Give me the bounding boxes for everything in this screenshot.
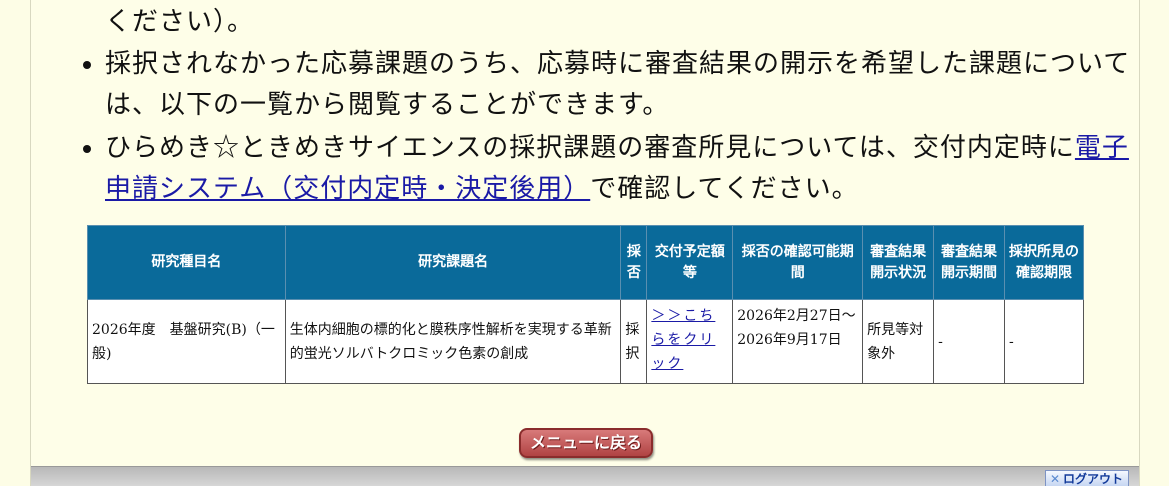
cell-title: 生体内細胞の標的化と膜秩序性解析を実現する革新的蛍光ソルバトクロミック色素の創成 xyxy=(284,299,622,384)
logout-button[interactable]: ✕ ログアウト xyxy=(1045,470,1129,486)
header-amount: 交付予定額等 xyxy=(646,225,734,300)
notice-text-before: ひらめき☆ときめきサイエンスの採択課題の審査所見については、交付内定時に xyxy=(105,133,1075,163)
header-disclosure-period: 審査結果開示期間 xyxy=(933,225,1005,300)
logout-label: ログアウト xyxy=(1063,472,1124,486)
table-row: 2026年度 基盤研究(B)（一般) 生体内細胞の標的化と膜秩序性解析を実現する… xyxy=(87,299,1085,384)
results-table: 研究種目名 研究課題名 採否 交付予定額等 採否の確認可能期間 審査結果開示状況… xyxy=(87,225,1085,384)
header-title: 研究課題名 xyxy=(284,225,622,300)
notice-text: 採択されなかった応募課題のうち、応募時に審査結果の開示を希望した課題については、… xyxy=(105,49,1131,120)
cell-opinion-deadline: - xyxy=(1003,299,1085,384)
header-period: 採否の確認可能期間 xyxy=(732,225,864,300)
header-opinion-deadline: 採択所見の確認期限 xyxy=(1003,225,1085,300)
close-icon: ✕ xyxy=(1049,472,1061,486)
cell-category: 2026年度 基盤研究(B)（一般) xyxy=(87,299,286,384)
header-result: 採否 xyxy=(620,225,648,300)
cell-period: 2026年2月27日～2026年9月17日 xyxy=(732,299,864,384)
back-to-menu-button[interactable]: メニューに戻る xyxy=(519,428,653,458)
notice-text-after: で確認してください。 xyxy=(590,174,859,204)
cell-disclosure-status: 所見等対象外 xyxy=(862,299,935,384)
cell-result: 採択 xyxy=(620,299,648,384)
amount-detail-link[interactable]: ＞＞こちらをクリック xyxy=(651,308,715,372)
bottom-bar: ✕ ログアウト xyxy=(31,466,1139,486)
notice-continuation: ください）。 xyxy=(105,7,255,37)
header-category: 研究種目名 xyxy=(87,225,286,300)
page-content: ください）。 採択されなかった応募課題のうち、応募時に審査結果の開示を希望した課… xyxy=(30,0,1140,486)
notice-list: 採択されなかった応募課題のうち、応募時に審査結果の開示を希望した課題については、… xyxy=(71,44,1145,212)
notice-item-disclosure: 採択されなかった応募課題のうち、応募時に審査結果の開示を希望した課題については、… xyxy=(105,44,1145,126)
table-header-row: 研究種目名 研究課題名 採否 交付予定額等 採否の確認可能期間 審査結果開示状況… xyxy=(87,225,1085,300)
header-disclosure-status: 審査結果開示状況 xyxy=(862,225,935,300)
notice-item-hirameki: ひらめき☆ときめきサイエンスの採択課題の審査所見については、交付内定時に電子申請… xyxy=(105,128,1145,210)
cell-amount: ＞＞こちらをクリック xyxy=(646,299,734,384)
cell-disclosure-period: - xyxy=(933,299,1005,384)
